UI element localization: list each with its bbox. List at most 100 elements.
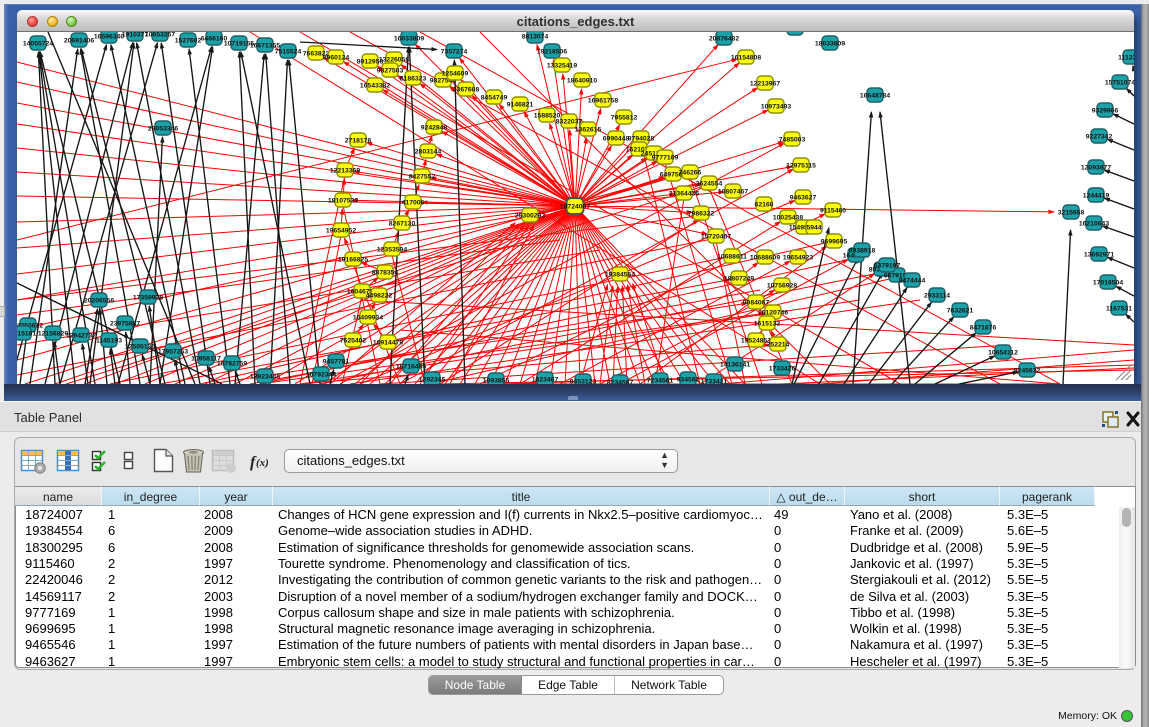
- svg-text:934562: 934562: [677, 377, 700, 384]
- svg-text:8471676: 8471676: [970, 325, 997, 332]
- svg-text:10688609: 10688609: [750, 255, 780, 262]
- svg-text:17016504: 17016504: [1093, 280, 1123, 287]
- svg-text:1527602: 1527602: [175, 38, 202, 45]
- svg-text:10807467: 10807467: [718, 189, 748, 196]
- svg-text:2718176: 2718176: [345, 138, 372, 145]
- svg-text:5944: 5944: [806, 225, 821, 232]
- svg-text:19654923: 19654923: [783, 255, 813, 262]
- svg-text:19654952: 19654952: [326, 228, 356, 235]
- svg-text:25300293: 25300293: [515, 213, 545, 220]
- svg-text:10653267: 10653267: [145, 32, 175, 39]
- svg-text:15751074: 15751074: [1105, 80, 1134, 87]
- svg-text:19384554: 19384554: [605, 272, 635, 279]
- svg-text:16648784: 16648784: [860, 93, 890, 100]
- svg-text:62160: 62160: [755, 202, 774, 209]
- svg-text:1112345: 1112345: [1118, 55, 1134, 62]
- svg-text:1292345: 1292345: [419, 377, 446, 384]
- svg-text:8186323: 8186323: [400, 76, 427, 83]
- svg-text:9474444: 9474444: [899, 278, 926, 285]
- svg-text:1823467: 1823467: [532, 377, 559, 384]
- svg-text:16596340: 16596340: [94, 34, 124, 41]
- svg-text:7955812: 7955812: [611, 115, 638, 122]
- svg-text:1362615: 1362615: [575, 127, 602, 134]
- svg-text:1733426: 1733426: [769, 366, 796, 373]
- svg-text:8427552: 8427552: [409, 174, 436, 181]
- svg-text:9827503: 9827503: [377, 68, 404, 75]
- svg-text:1167531: 1167531: [1106, 306, 1132, 313]
- svg-text:18033809: 18033809: [815, 41, 845, 48]
- svg-text:1093855: 1093855: [483, 378, 510, 385]
- svg-text:2803144: 2803144: [415, 149, 442, 156]
- svg-text:16210643: 16210643: [1079, 221, 1109, 228]
- svg-text:4498222: 4498222: [366, 293, 393, 300]
- svg-text:10792344: 10792344: [306, 372, 336, 379]
- svg-text:3624554: 3624554: [696, 181, 723, 188]
- svg-text:19166825: 19166825: [338, 257, 368, 264]
- svg-text:8878354: 8878354: [372, 270, 399, 277]
- svg-text:9453123: 9453123: [570, 379, 597, 385]
- svg-text:6990448: 6990448: [603, 136, 630, 143]
- svg-text:1244419: 1244419: [1083, 193, 1110, 200]
- svg-text:8322037: 8322037: [556, 119, 583, 126]
- svg-text:18107533: 18107533: [328, 198, 358, 205]
- svg-text:14136141: 14136141: [720, 362, 750, 369]
- svg-text:2367608: 2367608: [453, 87, 480, 94]
- svg-text:16154808: 16154808: [731, 55, 761, 62]
- svg-text:9146821: 9146821: [507, 102, 534, 109]
- svg-text:13325419: 13325419: [547, 63, 577, 70]
- svg-text:20206556: 20206556: [84, 298, 114, 305]
- svg-text:2933114: 2933114: [924, 293, 950, 300]
- svg-text:12942737: 12942737: [66, 333, 96, 340]
- svg-text:15720407: 15720407: [701, 234, 731, 241]
- svg-text:9115460: 9115460: [820, 208, 846, 215]
- svg-text:1254609: 1254609: [442, 71, 469, 78]
- svg-text:3915161: 3915161: [17, 331, 36, 338]
- svg-text:10654112: 10654112: [988, 350, 1018, 357]
- svg-text:12156829: 12156829: [38, 331, 68, 338]
- svg-text:16914479: 16914479: [373, 340, 403, 347]
- svg-text:6379197: 6379197: [874, 263, 901, 270]
- svg-text:10973493: 10973493: [761, 104, 791, 111]
- svg-text:7632621: 7632621: [947, 308, 974, 315]
- svg-text:746266: 746266: [679, 170, 702, 177]
- svg-text:3215958: 3215958: [1058, 210, 1085, 217]
- svg-text:8813074: 8813074: [522, 34, 549, 41]
- svg-text:1733421: 1733421: [701, 379, 728, 385]
- svg-text:9329966: 9329966: [1092, 108, 1119, 115]
- svg-text:19218506: 19218506: [537, 49, 567, 56]
- svg-text:12923446: 12923446: [250, 374, 280, 381]
- svg-text:10688611: 10688611: [717, 254, 747, 261]
- svg-text:12213967: 12213967: [750, 81, 780, 88]
- svg-text:17359928: 17359928: [133, 295, 163, 302]
- svg-text:20876482: 20876482: [709, 36, 739, 43]
- svg-text:7357274: 7357274: [441, 49, 468, 56]
- svg-text:9699695: 9699695: [821, 239, 848, 246]
- svg-text:8960124: 8960124: [323, 55, 350, 62]
- svg-text:8938918: 8938918: [849, 248, 876, 255]
- svg-text:18640910: 18640910: [567, 78, 597, 85]
- svg-text:16543382: 16543382: [360, 83, 390, 90]
- svg-text:417006: 417006: [402, 200, 425, 207]
- svg-text:12975115: 12975115: [786, 163, 816, 170]
- svg-text:9777169: 9777169: [652, 155, 679, 162]
- svg-text:7625402: 7625402: [340, 338, 367, 345]
- svg-text:17957253: 17957253: [158, 349, 188, 356]
- svg-text:16033812: 16033812: [780, 32, 810, 33]
- svg-text:20691406: 20691406: [64, 38, 94, 45]
- svg-text:20053346: 20053346: [148, 126, 178, 133]
- svg-text:9457791: 9457791: [323, 359, 350, 366]
- svg-text:9084067: 9084067: [743, 300, 770, 307]
- svg-text:9242848: 9242848: [421, 125, 448, 132]
- svg-text:16033809: 16033809: [394, 36, 424, 43]
- svg-text:1145193: 1145193: [96, 338, 122, 345]
- svg-text:13692971: 13692971: [1084, 252, 1114, 259]
- svg-text:15716485: 15716485: [396, 364, 426, 371]
- svg-text:7485003: 7485003: [779, 137, 806, 144]
- svg-text:252214: 252214: [767, 342, 790, 349]
- svg-text:7515524: 7515524: [275, 49, 302, 56]
- svg-text:16409934: 16409934: [353, 315, 383, 322]
- svg-text:(x): (x): [256, 457, 269, 469]
- svg-text:8454749: 8454749: [481, 95, 508, 102]
- svg-text:9245632: 9245632: [1014, 368, 1041, 375]
- svg-text:8267130: 8267130: [389, 221, 416, 228]
